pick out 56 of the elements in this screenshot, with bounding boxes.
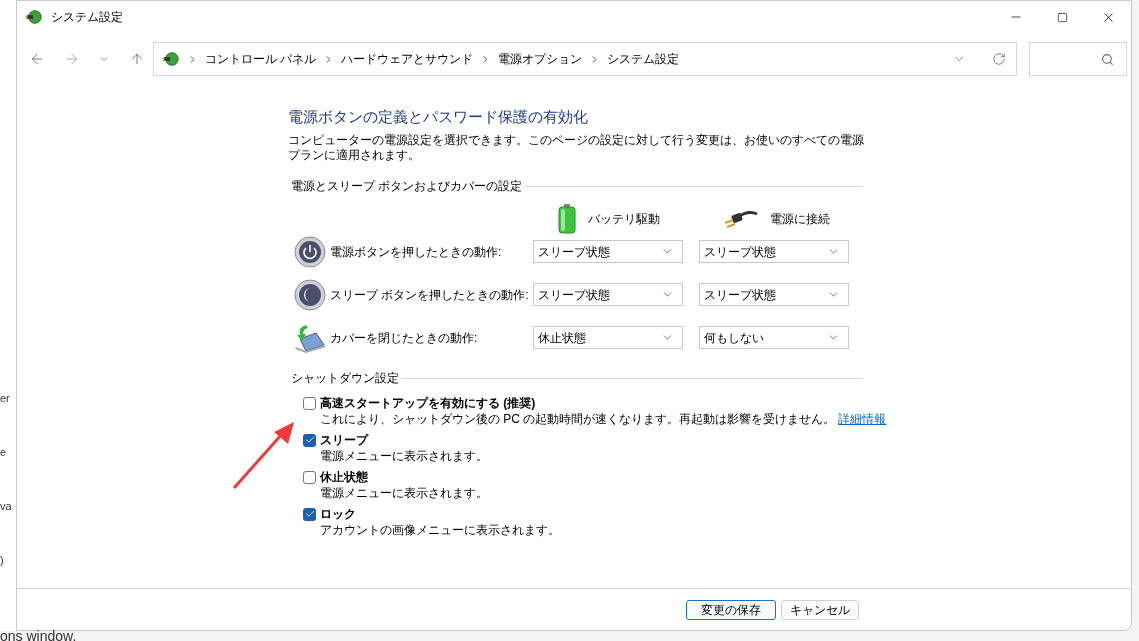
annotation-arrow <box>232 420 296 490</box>
power-options-icon <box>162 50 180 68</box>
back-button[interactable] <box>29 51 45 67</box>
background-text: e <box>0 445 7 460</box>
checkbox-label: スリープ <box>320 432 368 448</box>
column-header: バッテリ駆動 <box>588 211 660 228</box>
dropdown[interactable]: スリープ状態 <box>699 240 849 263</box>
power-options-icon <box>25 8 43 26</box>
checkbox-label: 高速スタートアップを有効にする (推奨) <box>320 395 536 411</box>
breadcrumb[interactable]: コントロール パネル <box>205 50 317 68</box>
check-icon <box>304 509 315 519</box>
column-header: 電源に接続 <box>770 211 830 228</box>
laptop-lid-icon <box>294 322 328 353</box>
setting-label: スリープ ボタンを押したときの動作: <box>330 286 530 304</box>
checkbox[interactable] <box>303 507 316 521</box>
background-text: ons window. <box>0 631 78 641</box>
window-title: システム設定 <box>51 9 123 26</box>
checkbox[interactable] <box>303 470 316 484</box>
option-description: アカウントの画像メニューに表示されます。 <box>320 522 560 539</box>
checkbox[interactable] <box>303 396 316 410</box>
section-title: シャットダウン設定 <box>291 370 399 387</box>
check-icon <box>304 435 315 445</box>
breadcrumb[interactable]: ハードウェアとサウンド <box>341 50 474 68</box>
dropdown[interactable]: 休止状態 <box>533 326 683 349</box>
refresh-icon[interactable] <box>992 52 1006 66</box>
checkbox-label: 休止状態 <box>320 469 368 485</box>
power-icon <box>294 235 326 268</box>
checkbox-label: ロック <box>320 506 356 522</box>
battery-icon <box>558 204 576 234</box>
setting-label: カバーを閉じたときの動作: <box>330 329 479 347</box>
dropdown[interactable]: 何もしない <box>699 326 849 349</box>
address-bar[interactable]: コントロール パネル ハードウェアとサウンド 電源オプション システム設定 <box>153 42 1017 76</box>
checkbox[interactable] <box>303 433 316 447</box>
option-description: 電源メニューに表示されます。 <box>320 485 488 502</box>
maximize-icon <box>1056 11 1068 23</box>
breadcrumb[interactable]: 電源オプション <box>498 50 583 68</box>
option-description: これにより、シャットダウン後の PC の起動時間が速くなります。再起動は影響を受けません。 <box>320 411 836 428</box>
cancel-button[interactable]: キャンセル <box>781 599 859 620</box>
setting-label: 電源ボタンを押したときの動作: <box>330 243 503 261</box>
save-changes-button[interactable]: 変更の保存 <box>686 599 776 620</box>
page-heading: 電源ボタンの定義とパスワード保護の有効化 <box>288 107 589 127</box>
moon-icon <box>294 278 326 311</box>
breadcrumb[interactable]: システム設定 <box>607 50 680 68</box>
search-field[interactable] <box>1029 42 1127 76</box>
search-icon <box>1101 52 1114 66</box>
plug-icon <box>724 208 758 230</box>
dropdown[interactable]: スリープ状態 <box>699 283 849 306</box>
page-description: コンピューターの電源設定を選択できます。このページの設定に対して行う変更は、お使いのすべての電源プランに適用されます。 <box>288 133 864 163</box>
more-info-link[interactable]: 詳細情報 <box>838 411 887 428</box>
section-title: 電源とスリープ ボタンおよびカバーの設定 <box>291 178 523 195</box>
background-text: er <box>0 391 10 406</box>
dropdown[interactable]: スリープ状態 <box>533 240 683 263</box>
dropdown[interactable]: スリープ状態 <box>533 283 683 306</box>
option-description: 電源メニューに表示されます。 <box>320 448 488 465</box>
background-text: ) <box>0 553 4 568</box>
background-text: va <box>0 499 12 514</box>
